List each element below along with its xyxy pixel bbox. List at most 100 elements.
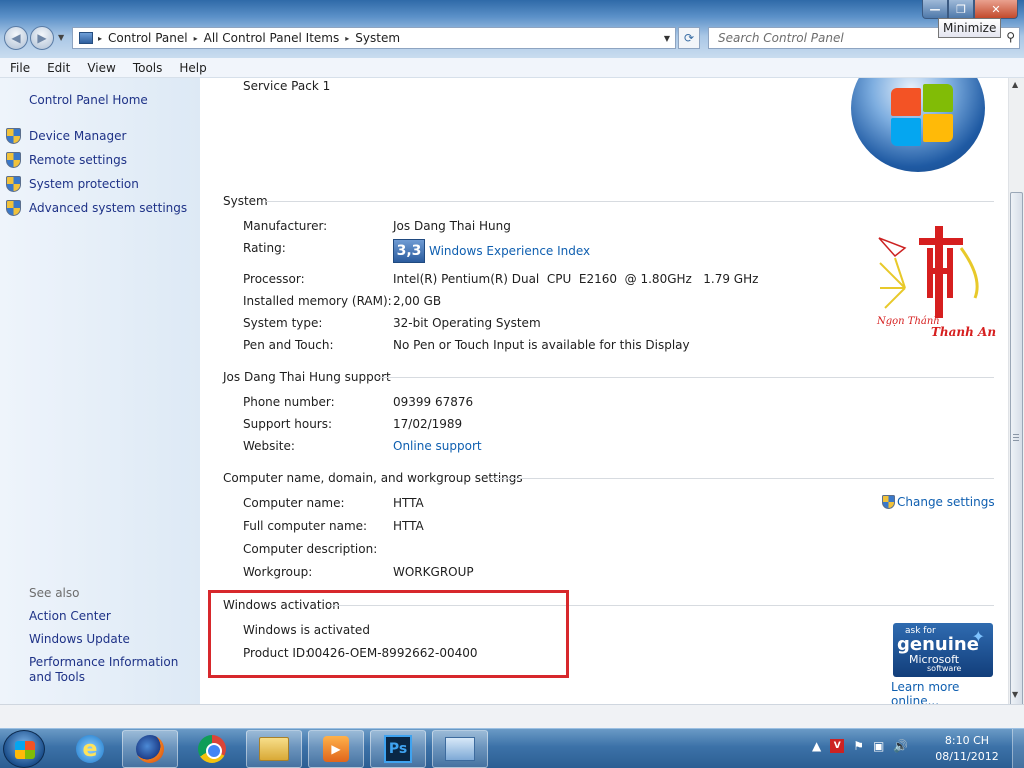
scroll-thumb[interactable]	[1010, 192, 1023, 758]
manufacturer-label: Manufacturer:	[243, 219, 328, 233]
change-settings-link[interactable]: Change settings	[882, 495, 995, 509]
see-also-action-center[interactable]: Action Center	[29, 609, 194, 624]
support-hours-label: Support hours:	[243, 417, 333, 431]
windows-flag-icon	[15, 741, 35, 759]
maximize-button[interactable]: ❐	[948, 0, 974, 19]
rating-label: Rating:	[243, 241, 286, 255]
sidebar-item-advanced-settings[interactable]: Advanced system settings	[6, 200, 187, 216]
genuine-line: genuine	[897, 634, 979, 655]
sidebar-item-label: Advanced system settings	[29, 201, 188, 215]
section-divider	[266, 201, 994, 202]
taskbar-internet-explorer[interactable]: e	[62, 730, 118, 768]
taskbar-control-panel[interactable]	[432, 730, 488, 768]
activation-highlight-box	[208, 590, 569, 678]
minimize-button[interactable]: —	[922, 0, 948, 19]
pen-touch-label: Pen and Touch:	[243, 338, 334, 352]
taskbar-chrome[interactable]	[184, 730, 240, 768]
start-button[interactable]	[3, 730, 45, 768]
menu-edit[interactable]: Edit	[37, 61, 77, 75]
online-support-link[interactable]: Online support	[393, 439, 482, 453]
window-controls: — ❐ ✕	[922, 0, 1018, 19]
shield-icon	[6, 176, 21, 192]
menu-tools[interactable]: Tools	[123, 61, 170, 75]
menu-file[interactable]: File	[0, 61, 37, 75]
shield-icon	[6, 128, 21, 144]
sidebar-item-label: Remote settings	[29, 153, 127, 167]
genuine-line: software	[927, 664, 962, 673]
system-type-value: 32-bit Operating System	[393, 316, 541, 330]
windows-experience-index-link[interactable]: Windows Experience Index	[429, 244, 590, 258]
sidebar-item-system-protection[interactable]: System protection	[6, 176, 139, 192]
see-also-performance-info[interactable]: Performance Information and Tools	[29, 655, 194, 685]
phone-value: 09399 67876	[393, 395, 474, 409]
system-section-heading: System	[223, 194, 268, 208]
show-desktop-button[interactable]	[1012, 729, 1024, 768]
address-bar[interactable]: ▸ Control Panel ▸ All Control Panel Item…	[72, 27, 676, 49]
antivirus-icon[interactable]: V	[830, 739, 845, 753]
taskbar-clock[interactable]: 8:10 CH 08/11/2012	[930, 733, 1004, 765]
status-bar	[0, 704, 1024, 728]
shield-icon	[882, 495, 895, 509]
see-also-heading: See also	[29, 586, 80, 600]
windows-flag-icon	[891, 88, 921, 116]
control-panel-icon	[445, 737, 475, 761]
windows-flag-icon	[923, 84, 953, 112]
breadcrumb-system[interactable]: System	[350, 31, 405, 45]
media-player-icon: ▶	[323, 736, 349, 762]
scroll-up-icon[interactable]: ▲	[1012, 80, 1018, 89]
folder-icon	[259, 737, 289, 761]
logo-text: Thanh An	[931, 325, 996, 339]
genuine-microsoft-badge[interactable]: ask for genuine Microsoft software ✦	[893, 623, 993, 677]
support-hours-value: 17/02/1989	[393, 417, 463, 431]
breadcrumb-control-panel[interactable]: Control Panel	[103, 31, 193, 45]
computer-description-label: Computer description:	[243, 542, 378, 556]
search-icon[interactable]: ⚲	[1006, 30, 1015, 44]
sidebar-item-label: Device Manager	[29, 129, 127, 143]
scroll-down-icon[interactable]: ▼	[1012, 690, 1018, 699]
sidebar-item-remote-settings[interactable]: Remote settings	[6, 152, 127, 168]
control-panel-icon	[79, 32, 93, 44]
vertical-scrollbar[interactable]: ▲ ▼	[1008, 78, 1024, 758]
windows-flag-icon	[891, 118, 921, 146]
forward-button[interactable]: ▶	[30, 26, 54, 50]
control-panel-home-link[interactable]: Control Panel Home	[29, 93, 148, 107]
menu-help[interactable]: Help	[169, 61, 213, 75]
show-hidden-icons-icon[interactable]: ▲	[812, 739, 821, 753]
full-computer-name-label: Full computer name:	[243, 519, 368, 533]
breadcrumb-all-items[interactable]: All Control Panel Items	[199, 31, 345, 45]
taskbar-media-player[interactable]: ▶	[308, 730, 364, 768]
windows-experience-index[interactable]: 3,3 Windows Experience Index	[393, 239, 590, 263]
sidebar-item-device-manager[interactable]: Device Manager	[6, 128, 126, 144]
clock-date: 08/11/2012	[935, 750, 999, 763]
action-center-flag-icon[interactable]: ⚑	[853, 739, 864, 753]
internet-explorer-icon: e	[76, 735, 104, 763]
processor-label: Processor:	[243, 272, 305, 286]
system-type-label: System type:	[243, 316, 323, 330]
see-also-windows-update[interactable]: Windows Update	[29, 632, 194, 647]
refresh-icon[interactable]: ⟳	[678, 27, 700, 49]
minimize-tooltip: Minimize	[938, 18, 1002, 38]
taskbar-firefox[interactable]	[122, 730, 178, 768]
window-titlebar: — ❐ ✕ ◀ ▶ ▼ ▸ Control Panel ▸ All Contro…	[0, 0, 1024, 58]
rating-score-badge: 3,3	[393, 239, 425, 263]
section-divider	[490, 478, 994, 479]
close-button[interactable]: ✕	[974, 0, 1018, 19]
menu-view[interactable]: View	[77, 61, 122, 75]
learn-more-online-link[interactable]: Learn more online...	[891, 680, 1008, 704]
computer-section-heading: Computer name, domain, and workgroup set…	[223, 471, 523, 485]
volume-icon[interactable]: 🔊	[893, 739, 908, 753]
shield-icon	[6, 200, 21, 216]
manufacturer-value: Jos Dang Thai Hung	[393, 219, 511, 233]
clock-time: 8:10 CH	[944, 734, 990, 747]
support-section-heading: Jos Dang Thai Hung support	[223, 370, 391, 384]
recent-pages-dropdown[interactable]: ▼	[58, 33, 64, 42]
memory-label: Installed memory (RAM):	[243, 294, 392, 308]
address-dropdown-icon[interactable]: ▼	[664, 34, 670, 43]
taskbar-photoshop[interactable]: Ps	[370, 730, 426, 768]
taskbar-windows-explorer[interactable]	[246, 730, 302, 768]
task-pane: Control Panel Home Device Manager Remote…	[0, 78, 200, 704]
back-button[interactable]: ◀	[4, 26, 28, 50]
chrome-icon	[198, 735, 226, 763]
network-icon[interactable]: ▣	[873, 739, 884, 753]
oem-logo: Ngọn Thánh Thanh An	[876, 226, 996, 339]
